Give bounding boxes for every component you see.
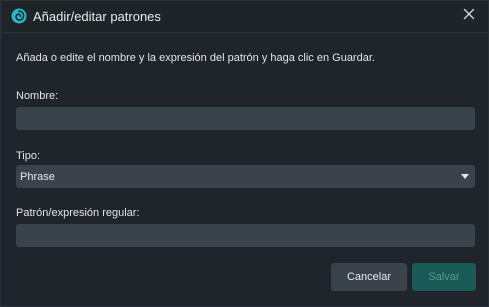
type-label: Tipo: bbox=[16, 150, 41, 162]
type-dropdown[interactable]: Phrase bbox=[16, 165, 475, 188]
add-edit-patterns-dialog: Añadir/editar patrones Añada o edite el … bbox=[0, 0, 489, 307]
pattern-label: Patrón/expresión regular: bbox=[16, 207, 140, 219]
title-bar: Añadir/editar patrones bbox=[1, 1, 488, 32]
instructions-text: Añada o edite el nombre y la expresión d… bbox=[16, 52, 375, 64]
title-divider bbox=[1, 32, 488, 33]
pattern-input[interactable] bbox=[16, 224, 475, 247]
window-title: Añadir/editar patrones bbox=[33, 9, 161, 24]
swirl-logo-icon bbox=[11, 8, 27, 24]
type-selected-value: Phrase bbox=[20, 170, 55, 183]
caret-down-icon bbox=[461, 174, 469, 179]
close-icon bbox=[463, 7, 475, 25]
name-label: Nombre: bbox=[16, 90, 59, 102]
cancel-button[interactable]: Cancelar bbox=[331, 263, 407, 291]
name-input[interactable] bbox=[16, 107, 475, 130]
save-button[interactable]: Salvar bbox=[412, 263, 476, 291]
close-button[interactable] bbox=[456, 4, 482, 28]
